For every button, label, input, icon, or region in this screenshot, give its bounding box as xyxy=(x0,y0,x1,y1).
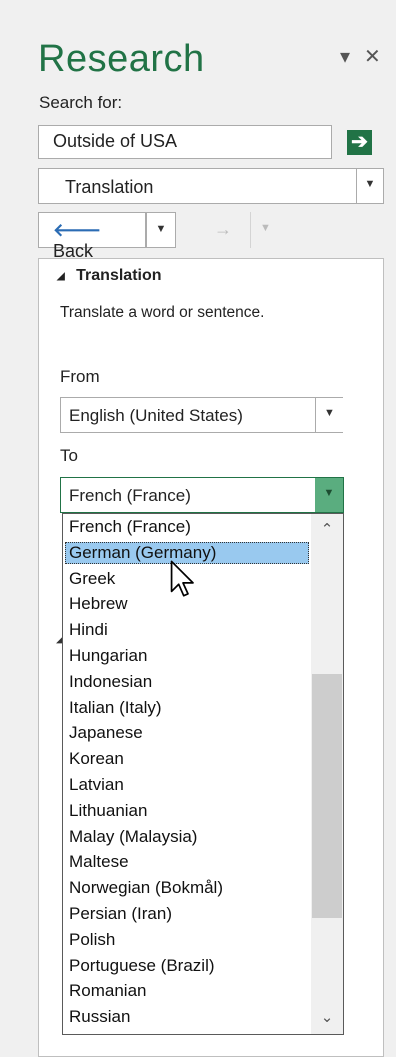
list-item[interactable]: Portuguese (Brazil) xyxy=(65,955,309,977)
scrollbar[interactable]: ⌃ ⌄ xyxy=(311,514,343,1034)
list-item[interactable]: Hindi xyxy=(65,619,309,641)
list-item[interactable]: Italian (Italy) xyxy=(65,697,309,719)
list-item[interactable]: Indonesian xyxy=(65,671,309,693)
from-language-select[interactable]: English (United States) ▼ xyxy=(60,397,343,433)
list-item[interactable]: Romanian xyxy=(65,980,309,1002)
mouse-cursor-icon xyxy=(170,560,194,597)
close-icon[interactable]: ✕ xyxy=(364,44,381,69)
research-source-select[interactable]: Translation ▼ xyxy=(38,168,384,204)
results-panel: ◢ Translation Translate a word or senten… xyxy=(38,258,384,1057)
list-item[interactable]: Lithuanian xyxy=(65,800,309,822)
language-dropdown-list[interactable]: French (France) German (Germany) Greek Hebr… xyxy=(62,513,344,1035)
back-button[interactable]: 🡐 Back xyxy=(38,212,146,261)
list-item[interactable]: Maltese xyxy=(65,851,309,873)
to-label: To xyxy=(60,446,78,465)
scroll-down-icon[interactable]: ⌄ xyxy=(311,1002,343,1034)
collapse-triangle-icon: ◢ xyxy=(57,271,65,282)
list-item[interactable]: Korean xyxy=(65,748,309,770)
to-language-value: French (France) xyxy=(69,486,191,505)
list-item[interactable]: Hungarian xyxy=(65,645,309,667)
from-language-value: English (United States) xyxy=(69,406,243,425)
forward-button[interactable]: → xyxy=(196,212,250,248)
source-value: Translation xyxy=(65,177,154,197)
list-item[interactable]: French (France) xyxy=(65,516,309,538)
chevron-down-icon[interactable]: ▼ xyxy=(356,169,383,203)
chevron-down-icon[interactable]: ▼ xyxy=(315,398,343,432)
back-arrow-icon: 🡐 xyxy=(53,220,102,240)
list-item[interactable]: Malay (Malaysia) xyxy=(65,826,309,848)
list-item[interactable]: Russian xyxy=(65,1006,309,1028)
list-item[interactable]: Polish xyxy=(65,929,309,951)
list-item[interactable]: Latvian xyxy=(65,774,309,796)
scroll-up-icon[interactable]: ⌃ xyxy=(311,514,343,546)
translation-section-header[interactable]: ◢ Translation xyxy=(57,267,162,285)
section-title: Translation xyxy=(76,267,162,284)
list-item[interactable]: Persian (Iran) xyxy=(65,903,309,925)
back-history-dropdown[interactable]: ▼ xyxy=(146,212,176,248)
search-label: Search for: xyxy=(39,93,123,112)
chevron-down-icon[interactable]: ▼ xyxy=(315,478,343,512)
to-language-select[interactable]: French (France) ▼ xyxy=(60,477,344,513)
task-pane-options-icon[interactable]: ▾ xyxy=(340,44,350,69)
page-title: Research xyxy=(38,38,205,80)
scroll-thumb[interactable] xyxy=(312,674,342,918)
translation-description: Translate a word or sentence. xyxy=(60,304,265,321)
forward-history-dropdown[interactable]: ▼ xyxy=(250,212,280,248)
list-item[interactable]: Norwegian (Bokmål) xyxy=(65,877,309,899)
search-input[interactable]: Outside of USA xyxy=(38,125,332,159)
from-label: From xyxy=(60,367,100,386)
start-searching-button[interactable]: ➔ xyxy=(347,130,372,155)
list-item[interactable]: Japanese xyxy=(65,722,309,744)
